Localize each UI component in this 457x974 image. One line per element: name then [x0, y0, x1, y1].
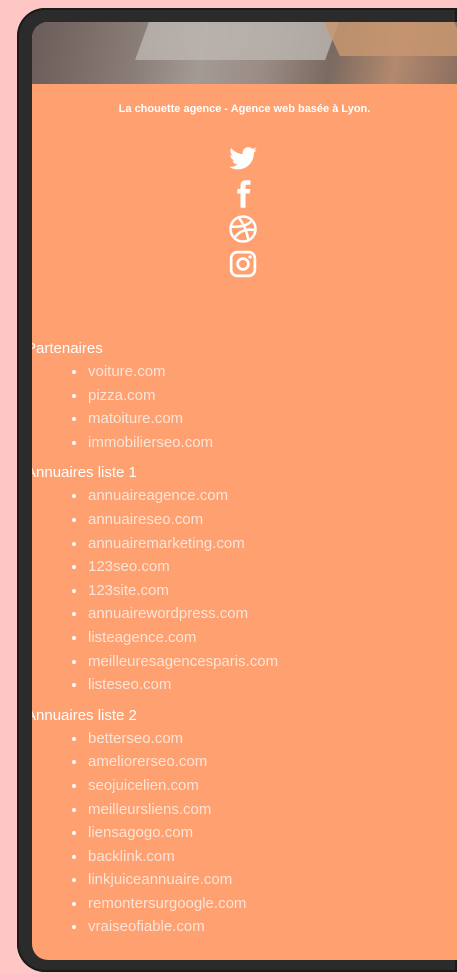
list-item[interactable]: meilleursliens.com	[32, 798, 446, 822]
list-item[interactable]: voiture.com	[32, 360, 446, 384]
social-links	[228, 144, 262, 284]
hero-paper	[135, 22, 339, 60]
list-item[interactable]: backlink.com	[32, 845, 446, 869]
footer-tagline: La chouette agence - Agence web basée à …	[118, 103, 371, 115]
list-item[interactable]: betterseo.com	[32, 727, 446, 751]
list-item[interactable]: pizza.com	[32, 384, 446, 408]
facebook-icon[interactable]	[228, 179, 258, 209]
list-item[interactable]: matoiture.com	[32, 407, 446, 431]
page-screen: La chouette agence - Agence web basée à …	[32, 22, 457, 960]
list-item[interactable]: annuairemarketing.com	[32, 532, 446, 556]
link-directories: Partenaires voiture.com pizza.com matoit…	[32, 338, 446, 947]
list-item[interactable]: annuaireagence.com	[32, 484, 446, 508]
hero-image	[32, 22, 457, 84]
annuaires1-section: Annuaires liste 1 annuaireagence.com ann…	[32, 462, 446, 696]
partenaires-section: Partenaires voiture.com pizza.com matoit…	[32, 338, 446, 454]
hero-box	[324, 22, 457, 56]
list-item[interactable]: annuaireseo.com	[32, 508, 446, 532]
list-item[interactable]: vraiseofiable.com	[32, 915, 446, 939]
instagram-icon[interactable]	[228, 249, 258, 279]
list-item[interactable]: seojuicelien.com	[32, 774, 446, 798]
list-item[interactable]: ameliorerseo.com	[32, 750, 446, 774]
annuaires2-section: Annuaires liste 2 betterseo.com ameliore…	[32, 705, 446, 939]
list-item[interactable]: linkjuiceannuaire.com	[32, 868, 446, 892]
section-title-partenaires: Partenaires	[32, 340, 103, 357]
list-item[interactable]: liensagogo.com	[32, 821, 446, 845]
list-item[interactable]: meilleuresagencesparis.com	[32, 650, 446, 674]
device-frame: La chouette agence - Agence web basée à …	[17, 8, 457, 972]
annuaires2-list: betterseo.com ameliorerseo.com seojuicel…	[32, 727, 446, 939]
annuaires1-list: annuaireagence.com annuaireseo.com annua…	[32, 484, 446, 696]
list-item[interactable]: immobilierseo.com	[32, 431, 446, 455]
dribbble-icon[interactable]	[228, 214, 258, 244]
list-item[interactable]: 123seo.com	[32, 555, 446, 579]
list-item[interactable]: annuairewordpress.com	[32, 602, 446, 626]
list-item[interactable]: listeagence.com	[32, 626, 446, 650]
section-title-annuaires-2: Annuaires liste 2	[32, 706, 137, 724]
list-item[interactable]: remontersurgoogle.com	[32, 892, 446, 916]
twitter-icon[interactable]	[228, 144, 258, 174]
section-title-annuaires-1: Annuaires liste 1	[32, 464, 137, 482]
partenaires-list: voiture.com pizza.com matoiture.com immo…	[32, 360, 446, 454]
list-item[interactable]: 123site.com	[32, 579, 446, 603]
list-item[interactable]: listeseo.com	[32, 673, 446, 697]
